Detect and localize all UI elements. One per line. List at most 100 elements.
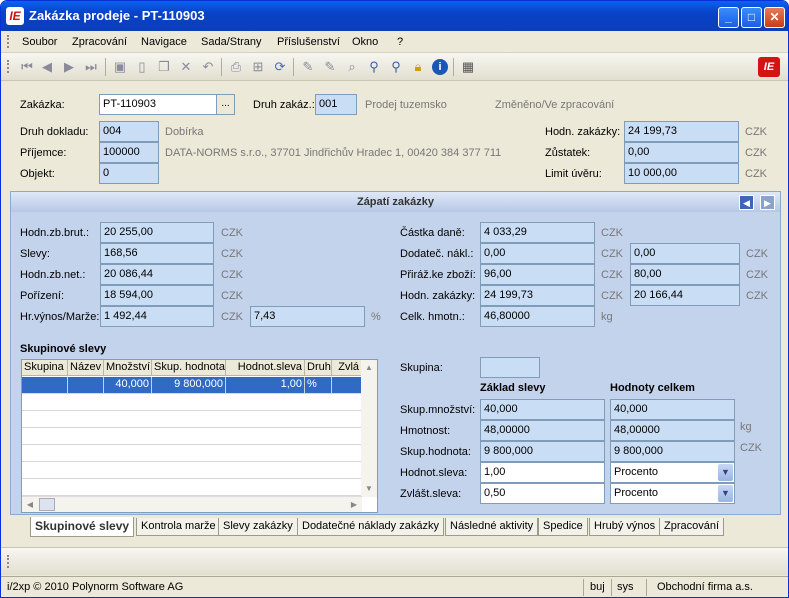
hmotnost-unit: kg — [740, 421, 752, 433]
menu-soubor[interactable]: Soubor — [22, 36, 57, 48]
panel-prev-icon[interactable]: ◀ — [739, 195, 754, 210]
tab-zpracovani[interactable]: Zpracování — [659, 518, 725, 536]
refresh-icon[interactable]: ⟳ — [272, 59, 288, 75]
column-header[interactable]: Množství — [104, 360, 152, 376]
scroll-right-icon[interactable]: ▶ — [346, 497, 362, 512]
panel-title: Zápatí zakázky — [11, 192, 780, 212]
secondary-toolbar — [1, 547, 788, 575]
tab-skupinove-slevy[interactable]: Skupinové slevy — [30, 517, 135, 537]
save-icon[interactable]: ▣ — [112, 59, 128, 75]
last-icon[interactable]: ⏭ — [83, 59, 99, 75]
find-icon[interactable]: ⌕ — [344, 59, 360, 75]
lock-icon[interactable]: 🔒︎ — [410, 59, 426, 75]
druh-zakaz-text: Prodej tuzemsko — [365, 99, 447, 111]
minimize-button[interactable]: _ — [718, 7, 739, 28]
table-row[interactable] — [22, 394, 362, 411]
prijemce-field[interactable]: 100000 — [99, 142, 159, 163]
panel-next-icon[interactable]: ▶ — [760, 195, 775, 210]
menu-okno[interactable]: Okno — [352, 36, 378, 48]
zoom2-icon[interactable]: ⚲ — [388, 59, 404, 75]
print-icon[interactable]: ⎙ — [228, 59, 244, 75]
dodatec-label: Dodateč. nákl.: — [400, 248, 474, 260]
zvlast-sleva-input[interactable]: 0,50 — [480, 483, 605, 504]
toolbar-grip — [7, 60, 10, 73]
chevron-down-icon[interactable]: ▼ — [718, 485, 733, 502]
table-row[interactable] — [22, 411, 362, 428]
hmotnost-total-field: 48,00000 — [610, 420, 735, 441]
priraz-label: Přiráž.ke zboží: — [400, 269, 476, 281]
toolbar: ⏮ ◀ ▶ ⏭ ▣ ▯ ❐ ✕ ↶ ⎙ ⊞ ⟳ ✎ ✎ ⌕ ⚲ ⚲ 🔒︎ i ▦… — [1, 53, 788, 81]
grid-vertical-scrollbar[interactable]: ▲ ▼ — [361, 360, 377, 497]
objekt-label: Objekt: — [20, 168, 55, 180]
edit2-icon[interactable]: ✎ — [322, 59, 338, 75]
menu-navigace[interactable]: Navigace — [141, 36, 187, 48]
tab-hruby-vynos[interactable]: Hrubý výnos — [589, 518, 661, 536]
menu-sada-strany[interactable]: Sada/Strany — [201, 36, 262, 48]
table-cell: % — [305, 377, 332, 393]
skup-hodnota-field: 9 800,000 — [480, 441, 605, 462]
table-row[interactable]: 40,000 9 800,000 1,00 % — [22, 377, 362, 394]
next-icon[interactable]: ▶ — [61, 59, 77, 75]
column-header[interactable]: Druh — [305, 360, 332, 376]
column-header[interactable]: Název — [68, 360, 104, 376]
druh-dokladu-field[interactable]: 004 — [99, 121, 159, 142]
prev-icon[interactable]: ◀ — [39, 59, 55, 75]
scroll-left-icon[interactable]: ◀ — [22, 497, 38, 512]
copy-icon[interactable]: ❐ — [156, 59, 172, 75]
table-row[interactable] — [22, 445, 362, 462]
skupina-field[interactable] — [480, 357, 540, 378]
column-header[interactable]: Hodnot.sleva — [226, 360, 305, 376]
hodnot-sleva-type-select[interactable]: Procento ▼ — [610, 462, 735, 483]
column-header[interactable]: Skupina — [22, 360, 68, 376]
castka-dane-field: 4 033,29 — [480, 222, 595, 243]
tab-kontrola-marze[interactable]: Kontrola marže — [136, 518, 221, 536]
order-header: Zakázka: PT-110903 ... Druh zakáz.: 001 … — [10, 87, 781, 184]
close-button[interactable]: ✕ — [764, 7, 785, 28]
status-separator — [583, 579, 584, 596]
priraz-field: 96,00 — [480, 264, 595, 285]
maximize-button[interactable]: □ — [741, 7, 762, 28]
zakazka-lookup-button[interactable]: ... — [216, 95, 234, 114]
scroll-down-icon[interactable]: ▼ — [361, 481, 377, 497]
zoom-icon[interactable]: ⚲ — [366, 59, 382, 75]
objekt-field[interactable]: 0 — [99, 163, 159, 184]
scroll-up-icon[interactable]: ▲ — [361, 360, 377, 376]
zakazka-input[interactable]: PT-110903 — [99, 94, 235, 115]
zvlast-sleva-label: Zvlášt.sleva: — [400, 488, 462, 500]
chevron-down-icon[interactable]: ▼ — [718, 464, 733, 481]
menu-zpracovani[interactable]: Zpracování — [72, 36, 127, 48]
menu-prislusenstvi[interactable]: Příslušenství — [277, 36, 340, 48]
info-icon[interactable]: i — [432, 59, 448, 75]
new-icon[interactable]: ▯ — [134, 59, 150, 75]
group-discounts-grid[interactable]: Skupina Název Množství Skup. hodnota Hod… — [21, 359, 378, 513]
order-state-text: Změněno/Ve zpracování — [495, 99, 615, 111]
zvlast-sleva-type-select[interactable]: Procento ▼ — [610, 483, 735, 504]
undo-icon[interactable]: ↶ — [200, 59, 216, 75]
calc-icon[interactable]: ▦ — [460, 59, 476, 75]
toolbar-separator — [293, 58, 294, 76]
table-row[interactable] — [22, 428, 362, 445]
scroll-thumb[interactable] — [39, 498, 55, 511]
tab-spedice[interactable]: Spedice — [538, 518, 588, 536]
table-cell: 1,00 — [226, 377, 305, 393]
hodnot-sleva-input[interactable]: 1,00 — [480, 462, 605, 483]
druh-dokladu-text: Dobírka — [165, 126, 204, 138]
grid-horizontal-scrollbar[interactable]: ◀ ▶ — [22, 496, 362, 512]
menu-help[interactable]: ? — [397, 36, 403, 48]
tree-icon[interactable]: ⊞ — [250, 59, 266, 75]
hr-vynos-field: 1 492,44 — [100, 306, 214, 327]
tab-slevy-zakazky[interactable]: Slevy zakázky — [218, 518, 298, 536]
column-header[interactable]: Skup. hodnota — [152, 360, 226, 376]
druh-zakaz-field[interactable]: 001 — [315, 94, 357, 115]
table-row[interactable] — [22, 462, 362, 479]
table-row[interactable] — [22, 479, 362, 496]
delete-icon[interactable]: ✕ — [178, 59, 194, 75]
tab-dodatecne-naklady[interactable]: Dodatečné náklady zakázky — [297, 518, 444, 536]
zvlast-sleva-type-value: Procento — [614, 487, 659, 499]
tab-nasledne-aktivity[interactable]: Následné aktivity — [445, 518, 539, 536]
status-copyright: i/2xp © 2010 Polynorm Software AG — [7, 581, 184, 593]
hodn-brut-field: 20 255,00 — [100, 222, 214, 243]
first-icon[interactable]: ⏮ — [19, 59, 35, 75]
edit-icon[interactable]: ✎ — [300, 59, 316, 75]
column-header[interactable]: Zvlá — [332, 360, 362, 376]
